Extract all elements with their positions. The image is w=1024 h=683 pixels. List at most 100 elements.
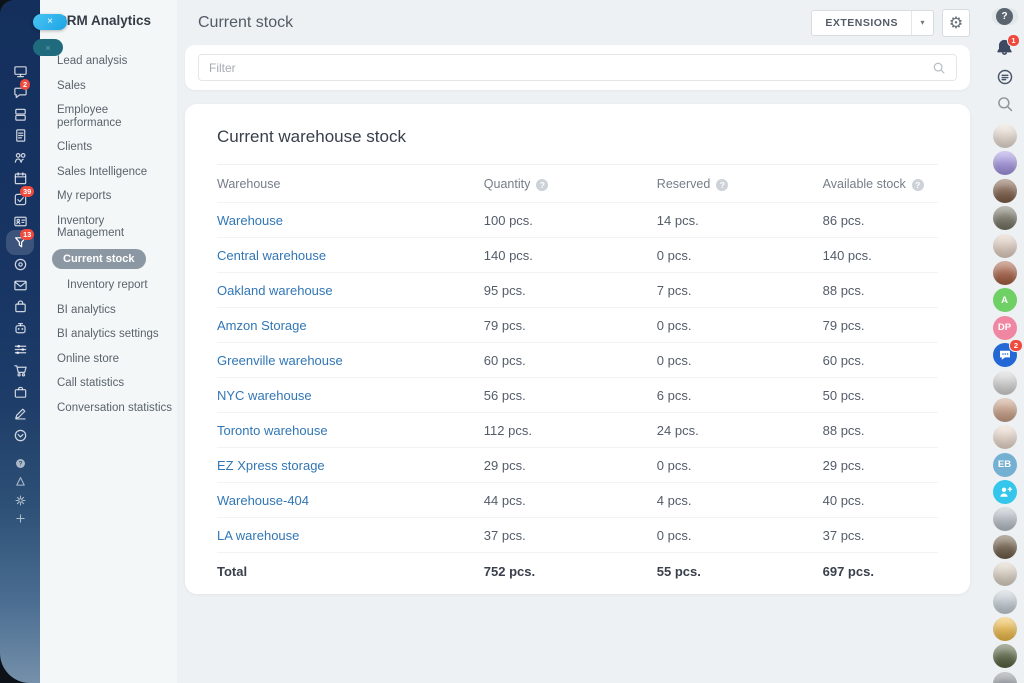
user-avatar[interactable] [993,371,1017,395]
filter-input[interactable] [209,61,932,75]
extensions-button[interactable]: EXTENSIONS [812,11,911,35]
warehouse-link[interactable]: Warehouse-404 [217,493,309,508]
app-window: 23913 ? × × CRM Analytics Lead analysisS… [0,0,1024,683]
company-case-icon[interactable] [12,385,28,400]
sidebar-menu: Lead analysisSalesEmployee performanceCl… [40,49,177,420]
user-avatar-initials[interactable]: EB [993,453,1017,477]
sidebar-item-sales-intelligence[interactable]: Sales Intelligence [40,160,177,185]
workgroups-icon[interactable] [12,107,28,122]
column-hint-icon[interactable]: ? [716,179,728,191]
quantity-cell: 56 pcs. [484,388,657,403]
crm-funnel-icon[interactable]: 13 [12,235,28,250]
sidebar-item-my-reports[interactable]: My reports [40,184,177,209]
search-icon[interactable] [932,61,946,75]
sidebar-item-inventory-report[interactable]: Inventory report [40,273,177,298]
total-available: 697 pcs. [823,564,938,579]
close-panel-button[interactable]: × [33,14,67,30]
warehouse-link[interactable]: Amzon Storage [217,318,307,333]
table-row: Warehouse100 pcs.14 pcs.86 pcs. [217,203,938,238]
live-feed-icon[interactable] [12,64,28,79]
sidebar-item-bi-analytics-settings[interactable]: BI analytics settings [40,322,177,347]
sidebar-item-current-stock[interactable]: Current stock [52,249,146,270]
contact-center-icon[interactable] [12,214,28,229]
warehouse-link[interactable]: Warehouse [217,213,283,228]
user-avatar[interactable] [993,151,1017,175]
sidebar-item-sales[interactable]: Sales [40,74,177,99]
column-header: Reserved? [657,177,823,191]
reserved-cell: 0 pcs. [657,528,823,543]
user-avatar[interactable] [993,425,1017,449]
user-avatar-initials[interactable]: DP [993,316,1017,340]
invite-user-icon[interactable] [993,480,1017,504]
online-store-cart-icon[interactable] [12,363,28,378]
calendar-icon[interactable] [12,171,28,186]
app-sidebar-rail: 2 39 13 ? [0,0,40,683]
notification-badge: 39 [20,186,34,197]
user-avatar[interactable] [993,590,1017,614]
quantity-cell: 100 pcs. [484,213,657,228]
help-icon[interactable]: ? [12,456,28,470]
sidebar-item-clients[interactable]: Clients [40,135,177,160]
user-avatar[interactable] [993,644,1017,668]
reserved-cell: 0 pcs. [657,353,823,368]
close-icon: × [45,43,50,53]
add-plus-icon[interactable] [12,512,28,526]
more-chevron-icon[interactable] [12,428,28,443]
sidebar-item-online-store[interactable]: Online store [40,347,177,372]
warehouse-link[interactable]: Greenville warehouse [217,353,343,368]
page-settings-button[interactable]: ⚙ [942,9,970,37]
employees-icon[interactable] [12,150,28,165]
user-avatar[interactable] [993,617,1017,641]
total-reserved: 55 pcs. [657,564,823,579]
extensions-dropdown-button[interactable]: ▾ [911,11,933,35]
column-hint-icon[interactable]: ? [912,179,924,191]
warehouse-link[interactable]: EZ Xpress storage [217,458,325,473]
sidebar-item-bi-analytics[interactable]: BI analytics [40,298,177,323]
notifications-bell-button[interactable]: 1 [995,38,1014,57]
sidebar-item-employee-performance[interactable]: Employee performance [40,98,177,135]
warehouse-link[interactable]: Toronto warehouse [217,423,328,438]
available-cell: 40 pcs. [823,493,938,508]
user-avatar[interactable] [993,179,1017,203]
header-actions: EXTENSIONS ▾ ⚙ [811,9,970,37]
column-header: Quantity? [484,177,657,191]
messenger-app-icon[interactable]: 2 [993,343,1017,367]
community-icon[interactable] [12,475,28,489]
sign-pencil-icon[interactable] [12,406,28,421]
user-avatar[interactable] [993,672,1017,683]
search-button[interactable] [996,95,1014,113]
marketing-target-icon[interactable] [12,257,28,272]
documents-icon[interactable] [12,128,28,143]
warehouse-link[interactable]: Central warehouse [217,248,326,263]
settings-sliders-icon[interactable] [12,342,28,357]
user-avatar[interactable] [993,206,1017,230]
sidebar-item-call-statistics[interactable]: Call statistics [40,371,177,396]
mail-icon[interactable] [12,278,28,293]
user-avatar[interactable] [993,535,1017,559]
user-avatar[interactable] [993,562,1017,586]
sidebar-item-conversation-statistics[interactable]: Conversation statistics [40,396,177,421]
help-button[interactable]: ? [992,8,1018,25]
user-avatar[interactable] [993,507,1017,531]
gear-icon[interactable] [12,493,28,507]
total-label: Total [217,564,484,579]
page-title: Current stock [198,14,293,32]
sites-bag-icon[interactable] [12,299,28,314]
warehouse-link[interactable]: Oakland warehouse [217,283,333,298]
user-avatar[interactable] [993,124,1017,148]
user-avatar[interactable] [993,261,1017,285]
notification-badge: 2 [1009,339,1022,352]
user-avatar[interactable] [993,398,1017,422]
user-avatar[interactable] [993,234,1017,258]
current-warehouse-stock-card: Current warehouse stock WarehouseQuantit… [185,104,970,594]
warehouse-link[interactable]: LA warehouse [217,528,299,543]
warehouse-link[interactable]: NYC warehouse [217,388,312,403]
automation-robot-icon[interactable] [12,321,28,336]
tasks-icon[interactable]: 39 [12,192,28,207]
user-avatar-initials[interactable]: A [993,288,1017,312]
chat-button[interactable] [996,68,1014,86]
sidebar-item-inventory-management[interactable]: Inventory Management [40,209,177,246]
messenger-icon[interactable]: 2 [12,85,28,100]
table-body: Warehouse100 pcs.14 pcs.86 pcs.Central w… [217,203,938,553]
column-hint-icon[interactable]: ? [536,179,548,191]
